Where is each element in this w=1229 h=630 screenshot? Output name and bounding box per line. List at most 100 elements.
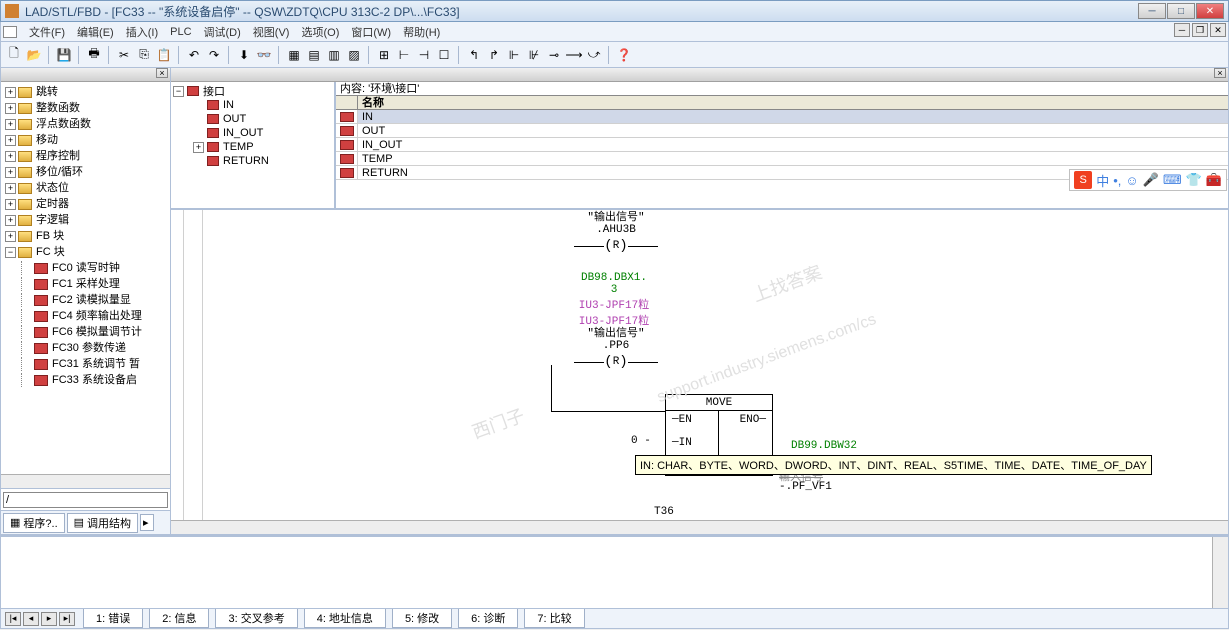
tree-folder-fc[interactable]: −FC 块 — [1, 244, 170, 260]
output-tab[interactable]: 6: 诊断 — [458, 609, 518, 628]
ladder-contact-button[interactable]: ⊢ — [395, 46, 413, 64]
ime-toolbar[interactable]: S 中 •, ☺ 🎤 ⌨ 👕 🧰 — [1069, 169, 1227, 191]
open-button[interactable]: 📂 — [25, 46, 43, 64]
tab-call-structure[interactable]: ▤调用结构 — [67, 513, 138, 533]
details-button[interactable]: ▨ — [345, 46, 363, 64]
mdi-restore-button[interactable]: ❐ — [1192, 23, 1208, 37]
ime-keyboard-icon[interactable]: ⌨ — [1163, 172, 1182, 188]
maximize-button[interactable]: □ — [1167, 3, 1195, 19]
editor-panel-close-icon[interactable]: × — [1214, 68, 1226, 78]
output-scrollbar-v[interactable] — [1212, 537, 1228, 608]
close-button[interactable]: ✕ — [1196, 3, 1224, 19]
tree-folder[interactable]: +整数函数 — [1, 100, 170, 116]
ladder-branch-close-button[interactable]: ↱ — [485, 46, 503, 64]
tree-block-item[interactable]: FC31 系统调节 暂 — [1, 356, 170, 372]
tree-block-item[interactable]: FC4 频率输出处理 — [1, 308, 170, 324]
output-tab[interactable]: 5: 修改 — [392, 609, 452, 628]
menu-window[interactable]: 窗口(W) — [345, 22, 397, 42]
catalog-close-icon[interactable]: × — [156, 68, 168, 78]
paste-button[interactable]: 📋 — [155, 46, 173, 64]
expand-icon[interactable]: + — [5, 87, 16, 98]
menu-help[interactable]: 帮助(H) — [397, 22, 446, 42]
tree-folder[interactable]: +浮点数函数 — [1, 116, 170, 132]
tab-nav-first[interactable]: |◂ — [5, 612, 21, 626]
expand-icon[interactable]: + — [193, 142, 204, 153]
ladder-connector-button[interactable]: ⟶ — [565, 46, 583, 64]
expand-icon[interactable]: + — [5, 151, 16, 162]
tree-block-item[interactable]: FC30 参数传递 — [1, 340, 170, 356]
catalog-scrollbar-h[interactable] — [1, 474, 170, 488]
iface-tree-item[interactable]: OUT — [173, 112, 332, 126]
iface-tree-item[interactable]: +TEMP — [173, 140, 332, 154]
ime-mic-icon[interactable]: 🎤 — [1143, 172, 1159, 188]
output-tab[interactable]: 7: 比较 — [524, 609, 584, 628]
tree-block-item[interactable]: FC33 系统设备启 — [1, 372, 170, 388]
tab-nav-prev[interactable]: ◂ — [23, 612, 39, 626]
print-button[interactable]: 🖶 — [85, 46, 103, 64]
mdi-minimize-button[interactable]: ─ — [1174, 23, 1190, 37]
help-pointer-button[interactable]: ❓ — [615, 46, 633, 64]
ladder-box-button[interactable]: ☐ — [435, 46, 453, 64]
ime-punct-icon[interactable]: •, — [1113, 173, 1121, 188]
filter-input[interactable] — [3, 492, 168, 508]
tab-nav-next[interactable]: ▸ — [41, 612, 57, 626]
tree-folder[interactable]: +字逻辑 — [1, 212, 170, 228]
output-content[interactable] — [17, 537, 1212, 608]
ladder-coil-button[interactable]: ⊣ — [415, 46, 433, 64]
tree-folder[interactable]: +程序控制 — [1, 148, 170, 164]
ime-toolbox-icon[interactable]: 🧰 — [1206, 172, 1222, 188]
copy-button[interactable]: ⎘ — [135, 46, 153, 64]
grid-row[interactable]: IN — [336, 110, 1228, 124]
ladder-output-button[interactable]: ⊸ — [545, 46, 563, 64]
mdi-system-icon[interactable] — [3, 26, 17, 38]
redo-button[interactable]: ↷ — [205, 46, 223, 64]
menu-options[interactable]: 选项(O) — [295, 22, 345, 42]
output-tab[interactable]: 4: 地址信息 — [304, 609, 386, 628]
grid-row[interactable]: TEMP — [336, 152, 1228, 166]
menu-debug[interactable]: 调试(D) — [198, 22, 247, 42]
collapse-icon[interactable]: − — [173, 86, 184, 97]
tree-block-item[interactable]: FC6 模拟量调节计 — [1, 324, 170, 340]
interface-tree[interactable]: −接口 INOUTIN_OUT+TEMPRETURN — [171, 82, 336, 208]
tree-folder[interactable]: +定时器 — [1, 196, 170, 212]
coil1-reset[interactable]: (R) — [551, 236, 681, 256]
overview-button[interactable]: ▥ — [325, 46, 343, 64]
tree-folder[interactable]: +移动 — [1, 132, 170, 148]
iface-tree-item[interactable]: IN — [173, 98, 332, 112]
tree-block-item[interactable]: FC1 采样处理 — [1, 276, 170, 292]
grid-row[interactable]: OUT — [336, 124, 1228, 138]
expand-icon[interactable]: + — [5, 135, 16, 146]
iface-tree-item[interactable]: RETURN — [173, 154, 332, 168]
tab-program-elements[interactable]: ▦程序?.. — [3, 513, 65, 533]
ime-skin-icon[interactable]: 👕 — [1186, 172, 1202, 188]
structure-button[interactable]: ▦ — [285, 46, 303, 64]
ladder-newnet-button[interactable]: ⊞ — [375, 46, 393, 64]
output-tab[interactable]: 2: 信息 — [149, 609, 209, 628]
tree-block-item[interactable]: FC2 读模拟量显 — [1, 292, 170, 308]
menu-view[interactable]: 视图(V) — [247, 22, 296, 42]
ime-emoji-icon[interactable]: ☺ — [1125, 173, 1138, 188]
tree-folder[interactable]: +状态位 — [1, 180, 170, 196]
expand-icon[interactable]: + — [5, 119, 16, 130]
tab-overflow-button[interactable]: ▸ — [140, 514, 154, 531]
grid-row[interactable]: IN_OUT — [336, 138, 1228, 152]
tree-block-item[interactable]: FC0 读写时钟 — [1, 260, 170, 276]
expand-icon[interactable]: + — [5, 199, 16, 210]
save-button[interactable]: 💾 — [55, 46, 73, 64]
mdi-close-button[interactable]: ✕ — [1210, 23, 1226, 37]
expand-icon[interactable]: + — [5, 215, 16, 226]
ladder-editor[interactable]: 西门子 support.industry.siemens.com/cs 上找答案… — [171, 210, 1228, 534]
tab-nav-last[interactable]: ▸| — [59, 612, 75, 626]
ime-sogou-icon[interactable]: S — [1074, 171, 1092, 189]
output-tab[interactable]: 1: 错误 — [83, 609, 143, 628]
menu-plc[interactable]: PLC — [164, 24, 197, 40]
expand-icon[interactable]: + — [5, 167, 16, 178]
download-button[interactable]: ⬇ — [235, 46, 253, 64]
iface-tree-item[interactable]: IN_OUT — [173, 126, 332, 140]
menu-file[interactable]: 文件(F) — [23, 22, 71, 42]
collapse-icon[interactable]: − — [5, 247, 16, 258]
monitor-button[interactable]: 👓 — [255, 46, 273, 64]
expand-icon[interactable]: + — [5, 231, 16, 242]
menu-insert[interactable]: 插入(I) — [120, 22, 164, 42]
ladder-nc-contact-button[interactable]: ⊮ — [525, 46, 543, 64]
